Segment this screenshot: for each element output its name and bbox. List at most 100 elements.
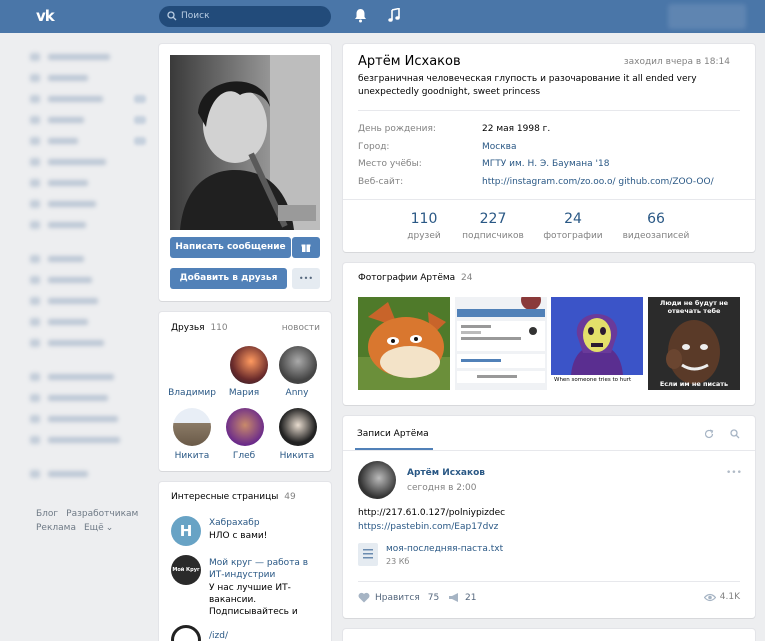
footer-link-developers[interactable]: Разработчикам xyxy=(66,509,138,519)
search-icon xyxy=(167,11,177,21)
user-menu[interactable] xyxy=(668,4,746,29)
nav-item[interactable] xyxy=(30,95,103,103)
counter-followers[interactable]: 227 xyxy=(453,211,533,227)
add-friend-button[interactable]: Добавить в друзья xyxy=(170,268,287,289)
nav-item[interactable] xyxy=(30,318,88,326)
profile-name: Артём Исхаков xyxy=(358,54,461,69)
nav-item[interactable] xyxy=(30,339,104,347)
nav-item[interactable] xyxy=(30,74,88,82)
divider xyxy=(343,199,755,200)
friend-name[interactable]: Мария xyxy=(214,388,274,398)
post-menu-icon[interactable]: ••• xyxy=(726,468,742,478)
divider xyxy=(358,110,740,111)
attachment-name[interactable]: моя-последняя-паста.txt xyxy=(386,544,503,554)
nav-item[interactable] xyxy=(30,179,88,187)
post-link[interactable]: https://pastebin.com/Eap17dvz xyxy=(358,522,498,532)
music-icon[interactable] xyxy=(388,8,400,23)
nav-item[interactable] xyxy=(30,436,120,444)
photos-header[interactable]: Фотографии Артёма 24 xyxy=(358,273,473,283)
last-seen: заходил вчера в 18:14 xyxy=(623,57,730,67)
photo-thumbnail[interactable]: When someone tries to hurt xyxy=(551,297,643,390)
divider xyxy=(343,450,755,451)
friend-name[interactable]: Никита xyxy=(162,451,222,461)
profile-photo[interactable] xyxy=(170,55,320,230)
nav-item[interactable] xyxy=(30,297,98,305)
friend-name[interactable]: Anny xyxy=(267,388,327,398)
nav-item[interactable] xyxy=(30,373,114,381)
send-message-button[interactable]: Написать сообщение xyxy=(170,237,291,258)
share-button[interactable]: 21 xyxy=(448,592,476,603)
photo-thumbnail[interactable]: Люди не будут не отвечать тебе Если им н… xyxy=(648,297,740,390)
nav-item[interactable] xyxy=(30,137,78,145)
refresh-icon[interactable] xyxy=(704,429,714,439)
friend-avatar[interactable] xyxy=(279,346,317,384)
photo-thumbnail[interactable] xyxy=(358,297,450,390)
vk-logo[interactable]: vk xyxy=(36,8,58,24)
info-value: 22 мая 1998 г. xyxy=(482,124,551,134)
page-name[interactable]: Хабрахабр xyxy=(209,518,260,528)
friends-card: Друзья 110 новости Владимир Мария Anny Н… xyxy=(159,312,331,471)
pages-count: 49 xyxy=(284,492,296,502)
info-label: День рождения: xyxy=(358,124,436,134)
views-counter: 4.1K xyxy=(703,592,740,602)
nav-item[interactable] xyxy=(30,276,92,284)
footer-link-blog[interactable]: Блог xyxy=(36,509,58,519)
footer-link-ads[interactable]: Реклама xyxy=(36,523,76,533)
bell-icon[interactable] xyxy=(354,8,367,23)
habr-logo[interactable]: H xyxy=(171,516,201,546)
search-icon[interactable] xyxy=(730,429,740,439)
like-count: 75 xyxy=(427,592,440,603)
friends-header[interactable]: Друзья 110 xyxy=(171,323,228,333)
counter-label: подписчиков xyxy=(462,231,524,241)
avatar-card: Написать сообщение Добавить в друзья ••• xyxy=(159,44,331,301)
info-value[interactable]: http://instagram.com/zo.oo.o/ github.com… xyxy=(482,177,714,187)
photo-thumbnail[interactable] xyxy=(455,297,547,390)
friend-avatar[interactable] xyxy=(230,346,268,384)
gift-button[interactable] xyxy=(292,237,320,258)
more-actions-button[interactable]: ••• xyxy=(292,268,320,289)
nav-item[interactable] xyxy=(30,53,110,61)
nav-item[interactable] xyxy=(30,394,108,402)
friend-name[interactable]: Никита xyxy=(267,451,327,461)
friends-updates-link[interactable]: новости xyxy=(282,323,320,333)
like-button[interactable]: Нравится 75 xyxy=(358,592,439,603)
nav-item[interactable] xyxy=(30,470,88,478)
post-time[interactable]: сегодня в 2:00 xyxy=(407,483,476,493)
pages-header[interactable]: Интересные страницы 49 xyxy=(171,492,296,502)
page-name[interactable]: /izd/ xyxy=(209,631,228,641)
nav-item[interactable] xyxy=(30,200,96,208)
counter-label: фотографии xyxy=(543,231,603,241)
moikrug-logo[interactable]: Мой Круг xyxy=(171,555,201,585)
footer-link-more[interactable]: Ещё xyxy=(84,523,104,533)
counter-photos[interactable]: 24 xyxy=(533,211,613,227)
counter-friends[interactable]: 110 xyxy=(384,211,464,227)
info-value[interactable]: Москва xyxy=(482,142,516,152)
search-input[interactable]: Поиск xyxy=(159,6,331,27)
counter-videos[interactable]: 66 xyxy=(616,211,696,227)
fox-cartoon-image xyxy=(358,297,450,390)
footer-links: Блог Разработчикам Реклама Ещё ⌄ xyxy=(36,507,146,535)
photos-title: Фотографии Артёма xyxy=(358,273,456,283)
nav-item[interactable] xyxy=(30,221,86,229)
nav-item[interactable] xyxy=(30,255,84,263)
nav-item[interactable] xyxy=(30,415,118,423)
friend-avatar[interactable] xyxy=(279,408,317,446)
info-value[interactable]: МГТУ им. Н. Э. Баумана '18 xyxy=(482,159,609,169)
page-name[interactable]: Мой круг — работа в ИТ-индустрии xyxy=(209,557,321,581)
post-author[interactable]: Артём Исхаков xyxy=(407,468,485,478)
izd-logo[interactable] xyxy=(171,625,201,641)
friend-avatar[interactable] xyxy=(226,408,264,446)
nav-item[interactable] xyxy=(30,158,106,166)
friend-name[interactable]: Владимир xyxy=(162,388,222,398)
friend-name[interactable]: Глеб xyxy=(214,451,274,461)
nav-item[interactable] xyxy=(30,116,84,124)
counter-label: видеозаписей xyxy=(622,231,690,241)
post-text-line: http://217.61.0.127/polniypizdec xyxy=(358,508,506,518)
profile-status[interactable]: безграничная человеческая глупость и раз… xyxy=(358,73,748,99)
wall-tab[interactable]: Записи Артёма xyxy=(357,429,429,439)
friend-avatar[interactable] xyxy=(173,408,211,446)
share-count: 21 xyxy=(465,592,477,603)
next-post-card xyxy=(343,629,755,641)
post-author-avatar[interactable] xyxy=(358,461,396,499)
document-icon xyxy=(358,543,378,566)
